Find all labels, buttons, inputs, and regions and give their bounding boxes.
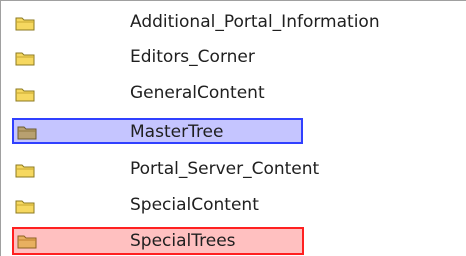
tree-item-label: Additional_Portal_Information xyxy=(130,12,380,32)
tree-item-label: SpecialContent xyxy=(130,195,259,215)
folder-icon xyxy=(15,52,35,66)
tree-item-label: MasterTree xyxy=(130,122,224,142)
tree-item-label: GeneralContent xyxy=(130,83,265,103)
folder-icon xyxy=(17,235,37,249)
tree-item-specialcontent[interactable]: SpecialContent xyxy=(1,190,466,220)
tree-item-portal-server-content[interactable]: Portal_Server_Content xyxy=(1,154,466,184)
tree-item-label: Portal_Server_Content xyxy=(130,159,320,179)
folder-icon xyxy=(17,126,37,140)
tree-item-label: SpecialTrees xyxy=(130,231,236,251)
folder-icon xyxy=(15,164,35,178)
tree-item-specialtrees[interactable]: SpecialTrees xyxy=(12,227,304,255)
tree-item-mastertree[interactable]: MasterTree xyxy=(12,118,303,144)
folder-icon xyxy=(15,200,35,214)
tree-item-editors-corner[interactable]: Editors_Corner xyxy=(1,42,466,72)
tree-item-generalcontent[interactable]: GeneralContent xyxy=(1,78,466,108)
folder-icon xyxy=(15,88,35,102)
folder-icon xyxy=(15,17,35,31)
folder-tree-panel: Additional_Portal_Information Editors_Co… xyxy=(0,0,466,256)
tree-item-label: Editors_Corner xyxy=(130,47,255,67)
tree-item-additional-portal-information[interactable]: Additional_Portal_Information xyxy=(1,7,466,37)
